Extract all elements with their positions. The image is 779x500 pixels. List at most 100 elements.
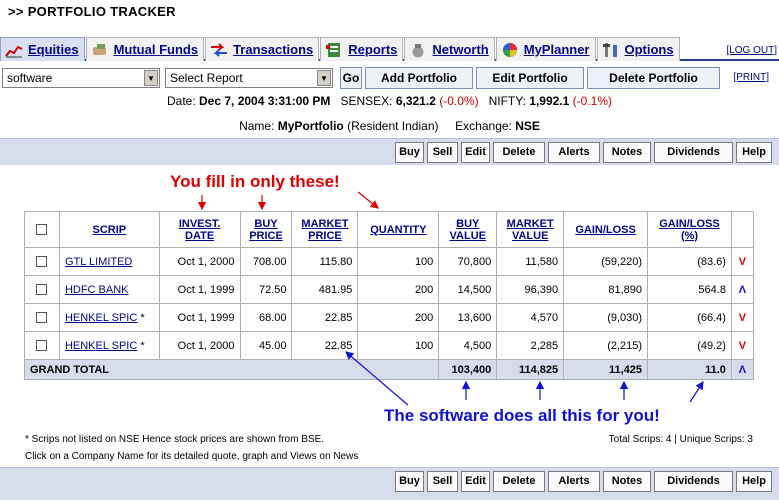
quantity: 200: [357, 303, 440, 332]
nifty-value: 1,992.1: [529, 94, 570, 108]
market-price: 115.80: [291, 247, 359, 276]
delete-button[interactable]: Delete: [493, 471, 545, 492]
sensex-value: 6,321.2: [395, 94, 436, 108]
portfolio-select-value: software: [7, 71, 53, 85]
col-gain-loss[interactable]: GAIN/LOSS: [563, 211, 649, 248]
buy-value: 4,500: [438, 331, 498, 360]
main-tabs: Equities Mutual Funds Transactions Repor…: [0, 37, 779, 61]
col-buy-value[interactable]: BUY VALUE: [438, 211, 498, 248]
tab-mutual-funds[interactable]: Mutual Funds: [85, 37, 205, 61]
nse-star: *: [140, 311, 145, 324]
help-button[interactable]: Help: [736, 142, 772, 163]
buy-button[interactable]: Buy: [395, 471, 424, 492]
help-button[interactable]: Help: [736, 471, 772, 492]
chart-icon: [5, 45, 23, 57]
select-all-checkbox[interactable]: [24, 211, 60, 248]
tab-equities[interactable]: Equities: [0, 37, 85, 61]
options-icon: [602, 42, 617, 57]
invest-date: Oct 1, 1999: [158, 275, 241, 304]
table-row: HDFC BANK Oct 1, 1999 72.50 481.95 200 14,50…: [24, 275, 755, 304]
report-icon: [326, 42, 341, 57]
dividends-button[interactable]: Dividends: [654, 142, 733, 163]
arrows-icon: [211, 42, 228, 57]
alerts-button[interactable]: Alerts: [548, 142, 600, 163]
tab-reports[interactable]: Reports: [320, 37, 404, 61]
col-trend: [730, 211, 755, 248]
exchange-label: Exchange:: [455, 119, 512, 133]
row-checkbox[interactable]: [24, 275, 60, 304]
row-checkbox[interactable]: [24, 247, 60, 276]
notes-button[interactable]: Notes: [603, 471, 651, 492]
tab-networth[interactable]: Networth: [404, 37, 495, 61]
table-row: HENKEL SPIC * Oct 1, 2000 45.00 22.85 100 4,5…: [24, 331, 755, 360]
holdings-table: SCRIP INVEST. DATE BUY PRICE MARKET PRICE Q…: [23, 211, 755, 380]
money-bag-icon: [412, 43, 424, 57]
action-bar-top: Buy Sell Edit Delete Alerts Notes Divide…: [0, 138, 779, 165]
exchange-value: NSE: [515, 119, 540, 133]
print-link[interactable]: [PRINT]: [733, 72, 769, 83]
col-market-price[interactable]: MARKET PRICE: [291, 211, 359, 248]
arrow-to-gain-loss-pct: [689, 380, 704, 403]
edit-button[interactable]: Edit: [461, 471, 490, 492]
notes-button[interactable]: Notes: [603, 142, 651, 163]
total-gain-loss: 11,425: [563, 359, 649, 380]
col-quantity[interactable]: QUANTITY: [357, 211, 440, 248]
tab-myplanner[interactable]: MyPlanner: [495, 37, 596, 61]
delete-button[interactable]: Delete: [493, 142, 545, 163]
alerts-button[interactable]: Alerts: [548, 471, 600, 492]
total-gain-loss-pct: 11.0: [647, 359, 732, 380]
scrip-cell: HENKEL SPIC *: [58, 331, 160, 360]
scrip-link[interactable]: GTL LIMITED: [65, 256, 132, 268]
quantity: 100: [357, 247, 440, 276]
col-gain-loss-pct[interactable]: GAIN/LOSS (%): [647, 211, 732, 248]
footnote-click: Click on a Company Name for its detailed…: [25, 451, 359, 462]
market-price: 22.85: [291, 331, 359, 360]
trend-up-icon: Λ: [730, 275, 755, 304]
delete-portfolio-button[interactable]: Delete Portfolio: [587, 67, 720, 89]
scrip-link[interactable]: HDFC BANK: [65, 284, 129, 296]
market-price: 481.95: [291, 275, 359, 304]
edit-button[interactable]: Edit: [461, 142, 490, 163]
scrip-link[interactable]: HENKEL SPIC: [65, 312, 137, 324]
edit-portfolio-button[interactable]: Edit Portfolio: [476, 67, 584, 89]
tab-label: Options: [624, 42, 674, 57]
report-select[interactable]: Select Report ▼: [165, 68, 333, 88]
buy-button[interactable]: Buy: [395, 142, 424, 163]
market-value: 11,580: [496, 247, 565, 276]
sell-button[interactable]: Sell: [427, 142, 458, 163]
scrip-cell: HENKEL SPIC *: [58, 303, 160, 332]
sensex-label: SENSEX:: [340, 94, 393, 108]
col-scrip[interactable]: SCRIP: [58, 211, 160, 248]
portfolio-select[interactable]: software ▼: [2, 68, 160, 88]
date-value: Dec 7, 2004 3:31:00 PM: [199, 94, 331, 108]
quantity: 200: [357, 275, 440, 304]
row-checkbox[interactable]: [24, 303, 60, 332]
dividends-button[interactable]: Dividends: [654, 471, 733, 492]
gain-loss: (9,030): [563, 303, 649, 332]
gain-loss: (59,220): [563, 247, 649, 276]
add-portfolio-button[interactable]: Add Portfolio: [365, 67, 473, 89]
col-market-value[interactable]: MARKET VALUE: [496, 211, 565, 248]
row-checkbox[interactable]: [24, 331, 60, 360]
scrip-totals: Total Scrips: 4 | Unique Scrips: 3: [608, 434, 753, 445]
sell-button[interactable]: Sell: [427, 471, 458, 492]
tab-label: MyPlanner: [523, 42, 590, 57]
go-button[interactable]: Go: [340, 67, 362, 89]
buy-price: 708.00: [239, 247, 293, 276]
chevron-down-icon: ▼: [144, 70, 158, 86]
invest-date: Oct 1, 1999: [158, 303, 241, 332]
portfolio-toolbar: software ▼ Select Report ▼ Go Add Portfo…: [0, 66, 779, 90]
buy-price: 68.00: [239, 303, 293, 332]
tab-options[interactable]: Options: [596, 37, 680, 61]
col-buy-price[interactable]: BUY PRICE: [239, 211, 293, 248]
scrip-link[interactable]: HENKEL SPIC: [65, 340, 137, 352]
logout-link[interactable]: [LOG OUT]: [726, 45, 779, 59]
residency-note: (Resident Indian): [347, 119, 439, 133]
chevron-down-icon: ▼: [317, 70, 331, 86]
footnote-bse: * Scrips not listed on NSE Hence stock p…: [25, 434, 325, 445]
portfolio-info: Name: MyPortfolio (Resident Indian) Exch…: [0, 119, 779, 133]
trend-up-icon: Λ: [730, 359, 755, 380]
col-invest-date[interactable]: INVEST. DATE: [158, 211, 241, 248]
tab-transactions[interactable]: Transactions: [205, 37, 320, 61]
buy-value: 13,600: [438, 303, 498, 332]
